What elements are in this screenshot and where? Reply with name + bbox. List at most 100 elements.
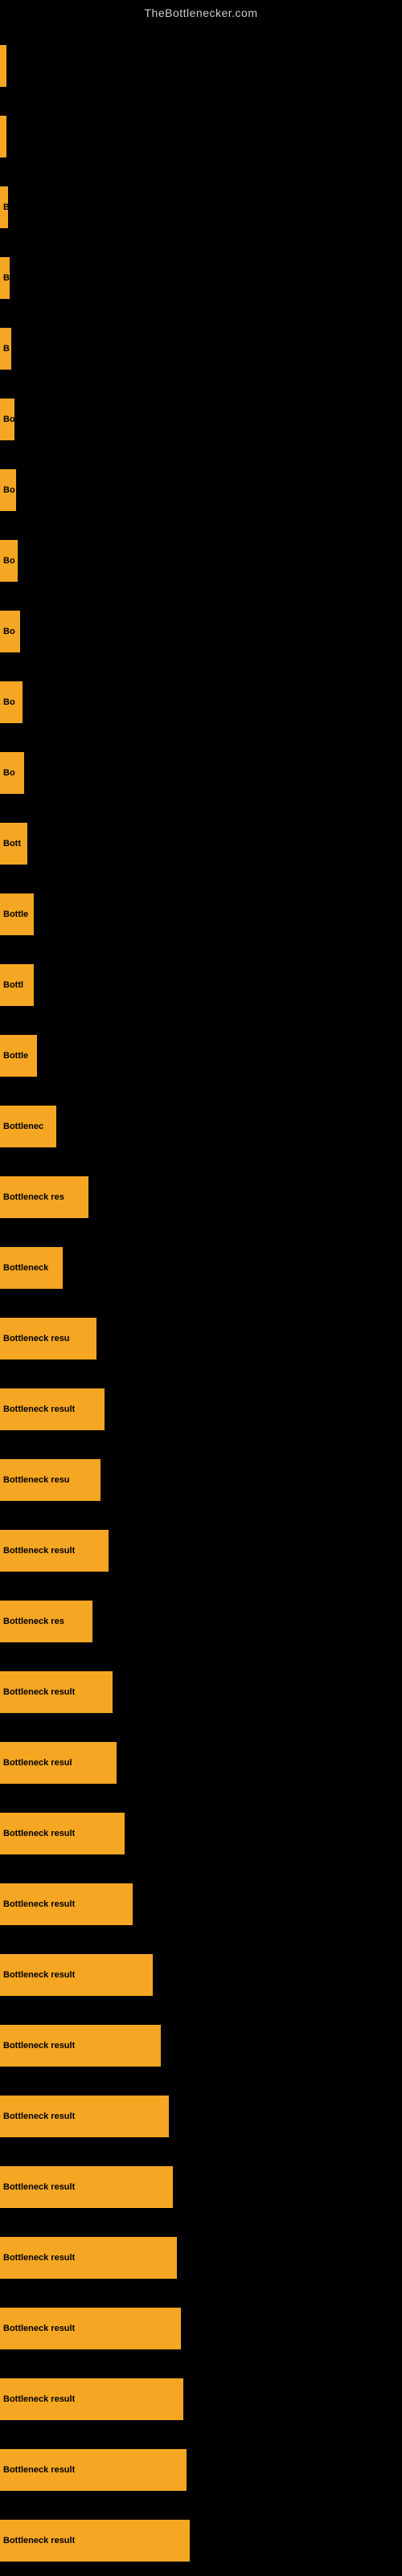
bar-row: Bottl — [0, 950, 402, 1020]
bar-row: Bottleneck result — [0, 1515, 402, 1586]
bar-row: Bott — [0, 808, 402, 879]
bar-label: Bottleneck — [3, 1263, 48, 1273]
bar-row: Bo — [0, 596, 402, 667]
bar-row: Bottleneck result — [0, 1798, 402, 1869]
bar-row — [0, 101, 402, 172]
bar: B — [0, 186, 8, 228]
bar: Bottleneck — [0, 1247, 63, 1289]
bar: Bottleneck result — [0, 1813, 125, 1854]
bar-row: Bottleneck result — [0, 2222, 402, 2293]
bar-row: B — [0, 313, 402, 384]
bar-row: Bottleneck resul — [0, 1728, 402, 1798]
bar-label: Bottle — [3, 1051, 28, 1061]
bar-row: Bottleneck result — [0, 1940, 402, 2010]
bar-row: Bottleneck res — [0, 1162, 402, 1233]
bar-label: Bottleneck resu — [3, 1475, 70, 1485]
bar: Bottlenec — [0, 1106, 56, 1147]
bar: Bottleneck result — [0, 1530, 109, 1572]
bar-label: Bo — [3, 415, 14, 424]
bar-label: Bo — [3, 627, 15, 636]
bar-row: B — [0, 243, 402, 313]
bar: Bottleneck result — [0, 2520, 190, 2562]
bar-label: Bottleneck result — [3, 2394, 75, 2404]
bar-row: Bottleneck result — [0, 2152, 402, 2222]
bar-label: Bottleneck res — [3, 1617, 64, 1626]
bar-label: Bottleneck result — [3, 1405, 75, 1414]
bar-row: Bottleneck result — [0, 2081, 402, 2152]
bar — [0, 116, 6, 157]
bar: Bottleneck result — [0, 2308, 181, 2349]
bar: Bottleneck resul — [0, 1742, 117, 1784]
bar-row: Bottle — [0, 1020, 402, 1091]
bar-row: Bottleneck resu — [0, 1445, 402, 1515]
bar-label: Bottl — [3, 980, 23, 990]
bar-row: Bo — [0, 738, 402, 808]
bar-row: Bottleneck result — [0, 2435, 402, 2505]
bar-label: B — [3, 273, 10, 283]
bar-label: B — [3, 202, 8, 212]
bar-label: Bottleneck result — [3, 1687, 75, 1697]
bar: Bottle — [0, 893, 34, 935]
bar-label: Bottleneck result — [3, 2536, 75, 2545]
bar: Bottle — [0, 1035, 37, 1077]
bar: Bottleneck resu — [0, 1459, 100, 1501]
bar-label: Bottleneck result — [3, 2324, 75, 2333]
bar: Bottleneck result — [0, 1671, 113, 1713]
bar: Bottleneck resu — [0, 1318, 96, 1360]
bar-label: Bottle — [3, 910, 28, 919]
bar — [0, 45, 6, 87]
bar-row: Bottleneck result — [0, 1869, 402, 1940]
bar-label: Bo — [3, 556, 15, 566]
bar: Bottleneck res — [0, 1601, 92, 1642]
bar-label: B — [3, 344, 10, 354]
bar: Bo — [0, 752, 24, 794]
bar-label: Bottleneck result — [3, 1829, 75, 1838]
bar: Bottleneck result — [0, 2096, 169, 2137]
bar-label: Bottleneck result — [3, 1970, 75, 1980]
bar-label: Bottlenec — [3, 1122, 43, 1131]
bar-label: Bottleneck result — [3, 1899, 75, 1909]
bar: Bottleneck res — [0, 1176, 88, 1218]
bar-label: Bo — [3, 485, 15, 495]
bar-row: Bottlenec — [0, 1091, 402, 1162]
bar-row: Bottleneck res — [0, 1586, 402, 1657]
bar-label: Bottleneck resul — [3, 1758, 72, 1768]
bar-row: Bottleneck result — [0, 2505, 402, 2576]
bar: B — [0, 328, 11, 370]
bar: Bottleneck result — [0, 2449, 187, 2491]
bar-label: Bottleneck result — [3, 1546, 75, 1556]
bar: B — [0, 257, 10, 299]
bar-row: Bo — [0, 384, 402, 455]
bar-label: Bottleneck res — [3, 1192, 64, 1202]
bar: Bott — [0, 823, 27, 865]
bar-label: Bottleneck result — [3, 2465, 75, 2475]
bar: Bo — [0, 611, 20, 652]
bar-label: Bottleneck result — [3, 2041, 75, 2051]
bar-row: Bottleneck result — [0, 1657, 402, 1728]
bar: Bottleneck result — [0, 2025, 161, 2067]
bar: Bo — [0, 469, 16, 511]
bar-row: B — [0, 172, 402, 243]
bar: Bottleneck result — [0, 2378, 183, 2420]
bar-label: Bottleneck result — [3, 2253, 75, 2263]
bar-row: Bo — [0, 667, 402, 738]
bar: Bottleneck result — [0, 2166, 173, 2208]
bar: Bottl — [0, 964, 34, 1006]
bar-row: Bottleneck result — [0, 2010, 402, 2081]
bar-row: Bottleneck result — [0, 2364, 402, 2435]
bar-row: Bo — [0, 525, 402, 596]
bar-label: Bo — [3, 768, 15, 778]
bar: Bottleneck result — [0, 1388, 105, 1430]
bar: Bottleneck result — [0, 2237, 177, 2279]
bar-label: Bottleneck result — [3, 2112, 75, 2121]
bar-label: Bottleneck result — [3, 2182, 75, 2192]
bar: Bottleneck result — [0, 1883, 133, 1925]
bar-label: Bo — [3, 697, 15, 707]
bar: Bo — [0, 681, 23, 723]
site-title: TheBottlenecker.com — [0, 0, 402, 22]
bar-row: Bo — [0, 455, 402, 525]
bar-row: Bottleneck — [0, 1233, 402, 1303]
bar: Bottleneck result — [0, 1954, 153, 1996]
bar-row: Bottleneck result — [0, 1374, 402, 1445]
bar-label: Bott — [3, 839, 21, 848]
